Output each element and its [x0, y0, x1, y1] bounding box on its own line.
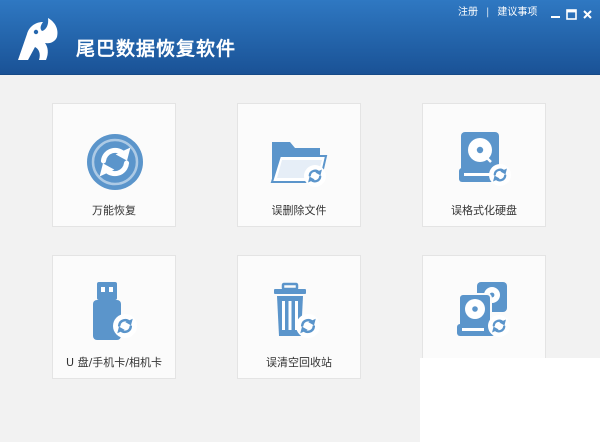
card-label: 误清空回收站 [266, 356, 332, 369]
card-label: 万能恢复 [92, 204, 136, 217]
harddisk-refresh-icon [459, 132, 511, 186]
minimize-button[interactable] [549, 6, 562, 19]
refresh-circle-icon [87, 134, 143, 190]
universal-recovery-card[interactable]: 万能恢复 [52, 103, 176, 227]
multi-disk-refresh-icon [457, 282, 510, 337]
link-separator: | [486, 7, 490, 18]
title-bar: 尾巴数据恢复软件 注册 | 建议事项 [0, 0, 600, 75]
squirrel-logo-icon [18, 18, 58, 60]
deleted-files-card[interactable]: 误删除文件 [237, 103, 361, 227]
maximize-icon [566, 9, 577, 20]
formatted-disk-card[interactable]: 误格式化硬盘 [422, 103, 546, 227]
minimize-icon [551, 16, 560, 18]
card-label: 误格式化硬盘 [451, 204, 517, 217]
occluding-overlay [420, 358, 600, 442]
maximize-button[interactable] [565, 6, 578, 20]
usb-card-recovery-card[interactable]: U 盘/手机卡/相机卡 [52, 255, 176, 379]
app-title: 尾巴数据恢复软件 [76, 38, 237, 60]
close-icon [583, 10, 592, 19]
usb-drive-refresh-icon [93, 282, 137, 340]
recycle-bin-refresh-icon [274, 282, 320, 338]
window-controls [549, 6, 594, 20]
folder-refresh-icon [270, 142, 328, 187]
card-label: 误删除文件 [271, 204, 327, 217]
top-links: 注册 | 建议事项 [458, 6, 537, 20]
suggestions-link[interactable]: 建议事项 [497, 7, 537, 18]
close-button[interactable] [581, 6, 594, 19]
register-link[interactable]: 注册 [458, 7, 478, 18]
card-label: U 盘/手机卡/相机卡 [66, 356, 162, 369]
recycle-bin-card[interactable]: 误清空回收站 [237, 255, 361, 379]
